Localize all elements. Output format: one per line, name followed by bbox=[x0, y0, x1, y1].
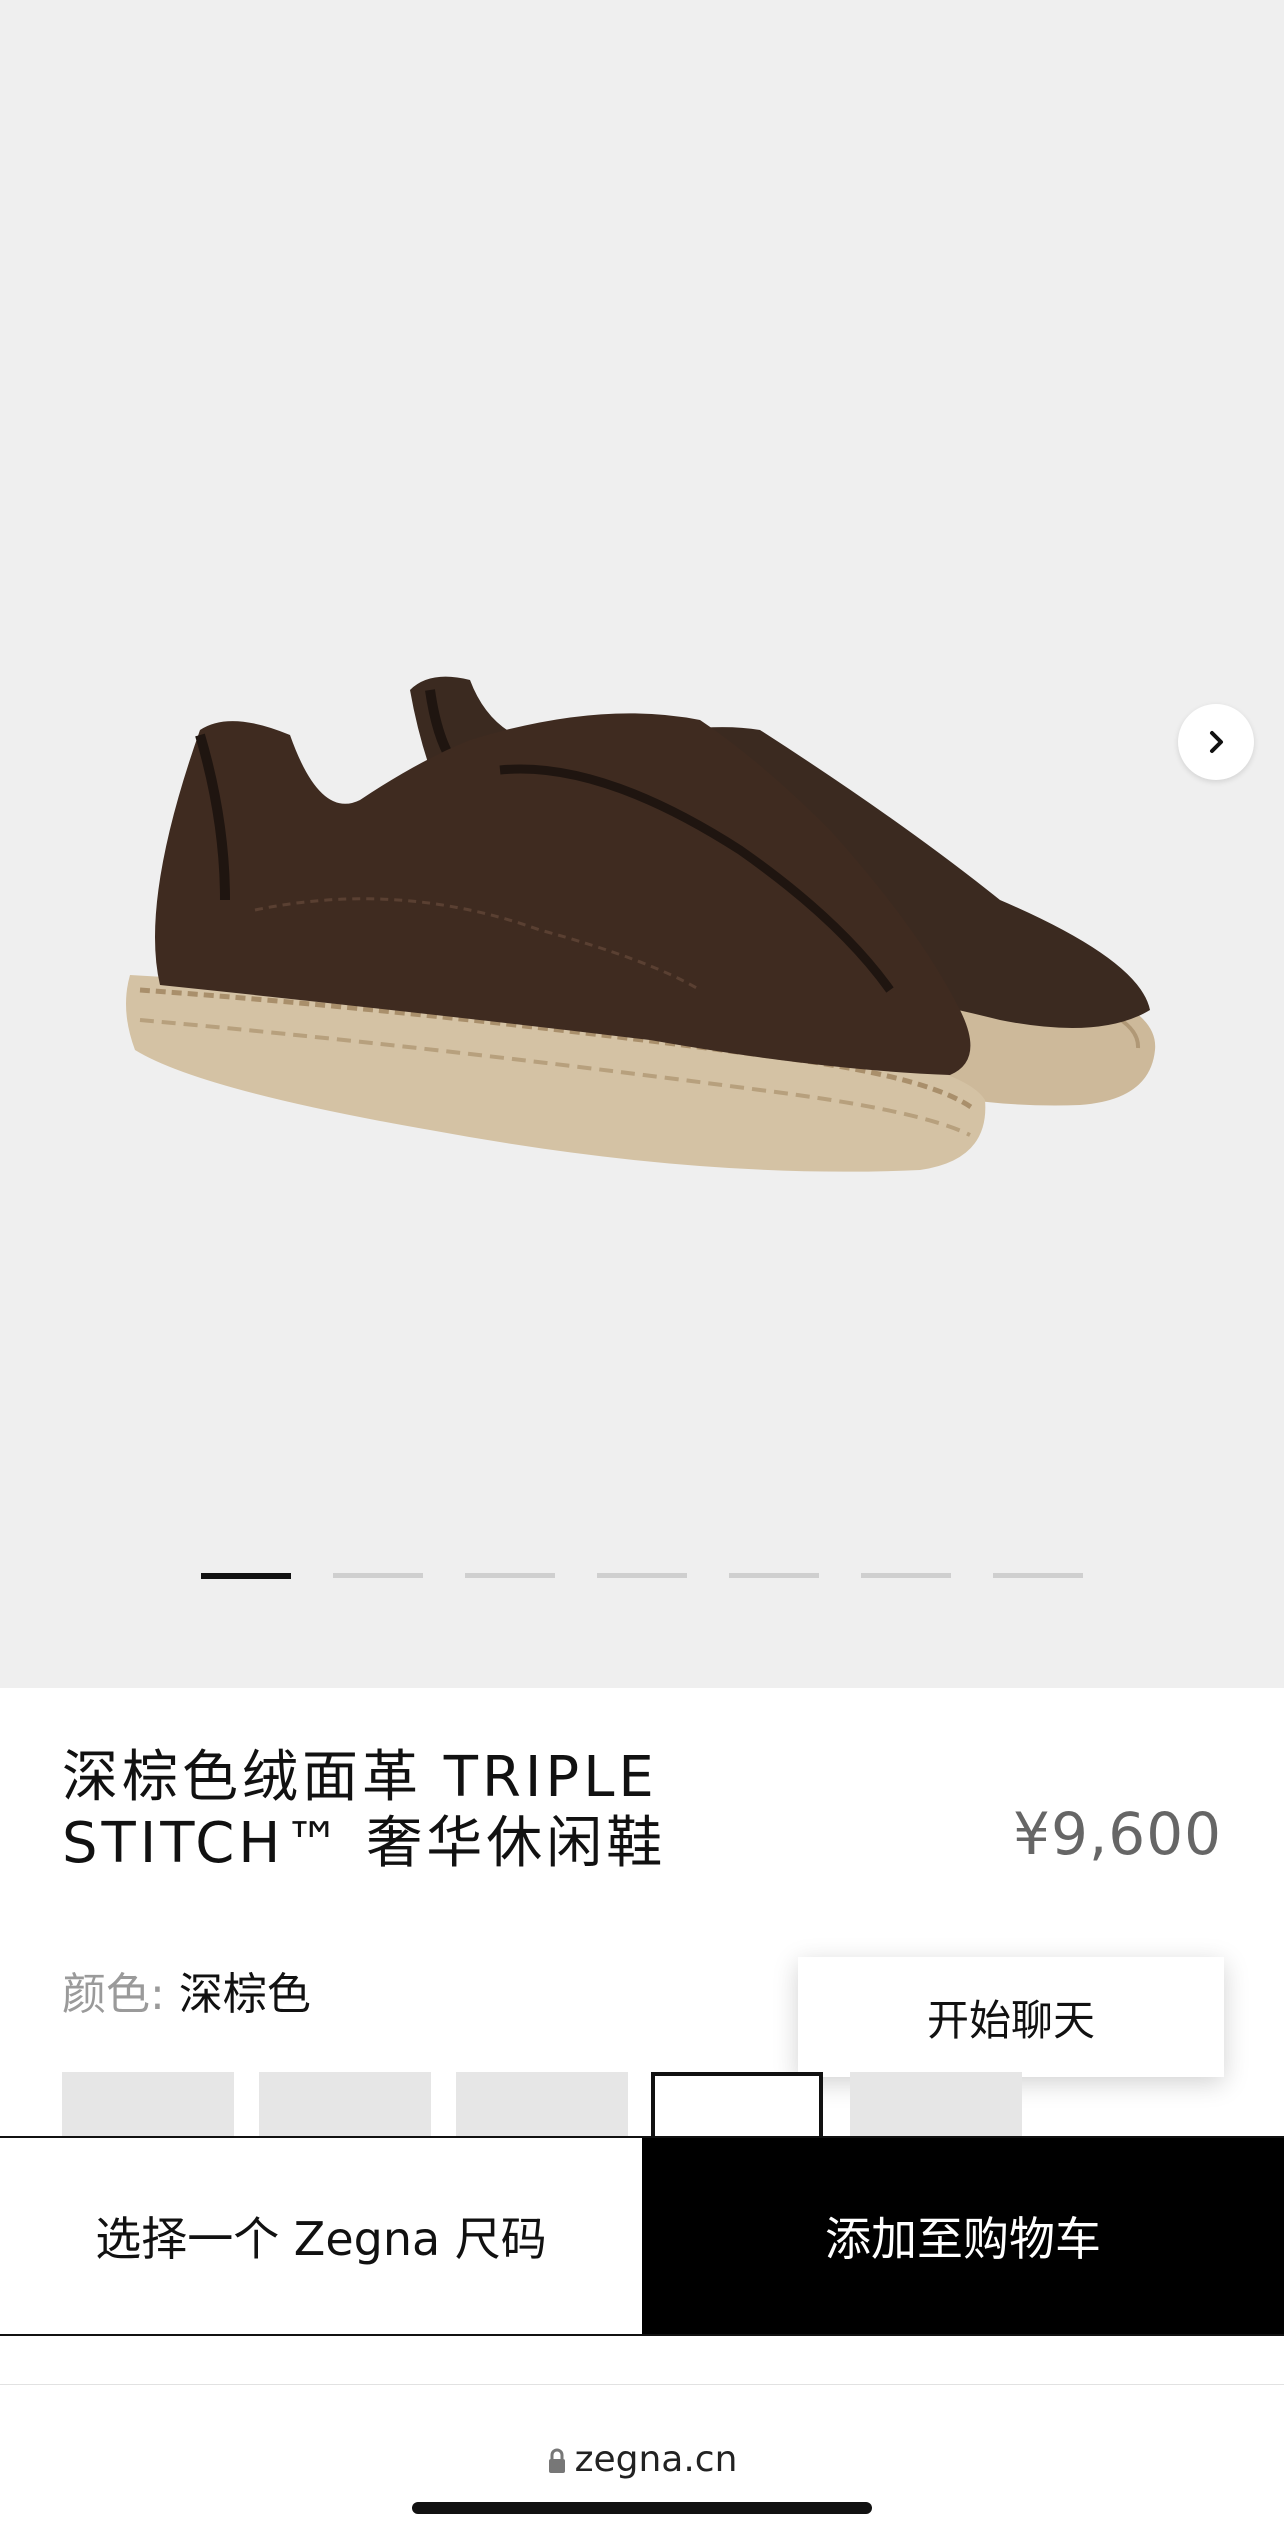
next-image-button[interactable] bbox=[1178, 704, 1254, 780]
pagination-dot[interactable] bbox=[993, 1573, 1083, 1578]
add-to-cart-label: 添加至购物车 bbox=[825, 2212, 1101, 2266]
start-chat-label: 开始聊天 bbox=[926, 1995, 1095, 2045]
product-image-gallery[interactable] bbox=[0, 0, 1284, 1688]
product-title-line1: 深棕色绒面革 TRIPLE bbox=[62, 1745, 658, 1810]
url-display[interactable]: zegna.cn bbox=[0, 2439, 1284, 2480]
gallery-pagination bbox=[0, 1573, 1284, 1581]
color-swatch[interactable] bbox=[62, 2072, 234, 2142]
product-price: ¥9,600 bbox=[1013, 1800, 1222, 1868]
color-swatches bbox=[0, 2072, 1284, 2142]
pagination-dot[interactable] bbox=[201, 1573, 291, 1579]
chevron-right-icon bbox=[1210, 731, 1223, 753]
pagination-dot[interactable] bbox=[861, 1573, 951, 1578]
browser-address-bar: zegna.cn bbox=[0, 2384, 1284, 2543]
color-swatch[interactable] bbox=[456, 2072, 628, 2142]
product-image bbox=[126, 676, 1156, 1172]
color-info: 颜色: 深棕色 bbox=[62, 1958, 311, 2022]
color-swatch[interactable] bbox=[259, 2072, 431, 2142]
pagination-dot[interactable] bbox=[333, 1573, 423, 1578]
pagination-dot[interactable] bbox=[729, 1573, 819, 1578]
add-to-cart-button[interactable]: 添加至购物车 bbox=[642, 2138, 1284, 2334]
product-title: 深棕色绒面革 TRIPLE STITCH™ 奢华休闲鞋 bbox=[62, 1745, 762, 1877]
start-chat-button[interactable]: 开始聊天 bbox=[798, 1957, 1224, 2077]
color-swatch-selected[interactable] bbox=[651, 2072, 823, 2142]
color-swatch[interactable] bbox=[850, 2072, 1022, 2142]
select-size-label: 选择一个 Zegna 尺码 bbox=[95, 2212, 547, 2266]
color-value: 深棕色 bbox=[178, 1969, 311, 2020]
color-label: 颜色: bbox=[62, 1969, 165, 2020]
product-title-line2: STITCH™ 奢华休闲鞋 bbox=[62, 1811, 667, 1876]
select-size-button[interactable]: 选择一个 Zegna 尺码 bbox=[0, 2138, 642, 2334]
pagination-dot[interactable] bbox=[597, 1573, 687, 1578]
url-text: zegna.cn bbox=[574, 2439, 738, 2480]
home-indicator bbox=[412, 2502, 872, 2514]
purchase-action-bar: 选择一个 Zegna 尺码 添加至购物车 bbox=[0, 2136, 1284, 2336]
lock-icon bbox=[548, 2448, 565, 2473]
pagination-dot[interactable] bbox=[465, 1573, 555, 1578]
